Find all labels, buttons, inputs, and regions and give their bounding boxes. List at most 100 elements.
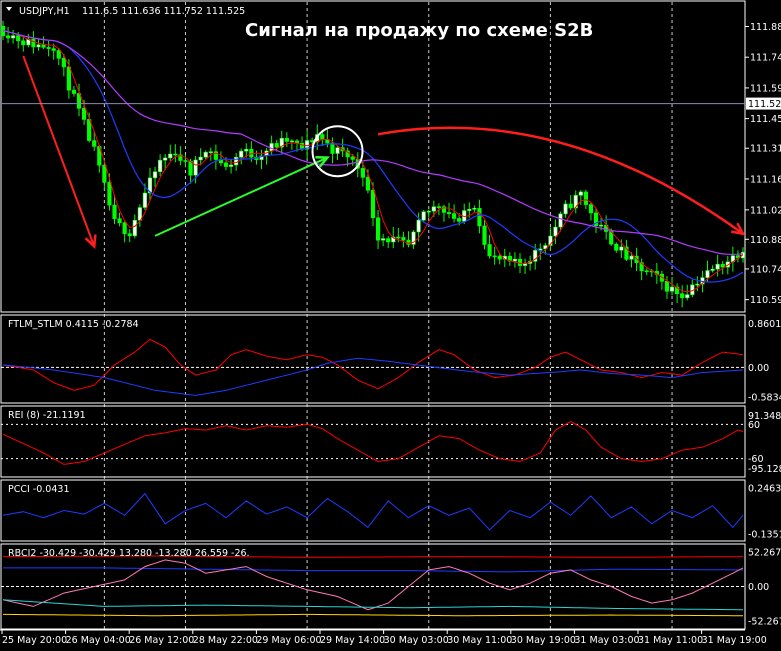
- candle-body-116: [588, 204, 594, 214]
- candle-body-79: [401, 237, 406, 241]
- time-label-9: 31 May 03:00: [574, 635, 639, 646]
- candle-body-25: [127, 233, 132, 237]
- current-price-label: 111.525: [748, 99, 781, 110]
- candle-body-90: [457, 218, 462, 222]
- candle-body-33: [168, 153, 173, 159]
- candle-body-112: [568, 203, 573, 209]
- indicator-0-tick-0: 0.8601: [748, 319, 781, 330]
- candle-body-38: [193, 159, 198, 176]
- candle-body-45: [228, 164, 234, 167]
- indicator-readout-3: RBCI2 -30.429 -30.429 13.280 -13.280 26.…: [8, 548, 250, 559]
- candle-body-86: [436, 206, 441, 208]
- candle-body-76: [386, 238, 391, 243]
- price-tick-1: 111.744: [750, 53, 781, 64]
- candle-body-30: [152, 171, 158, 179]
- candle-body-137: [695, 283, 700, 286]
- candle-body-40: [203, 151, 208, 158]
- candle-body-101: [512, 258, 518, 262]
- indicator-1-tick-3: -95.128: [748, 464, 781, 475]
- candle-body-13: [66, 66, 71, 91]
- price-tick-0: 111.889: [750, 22, 781, 33]
- candle-body-57: [289, 140, 295, 143]
- candle-body-109: [553, 226, 558, 237]
- candle-body-98: [497, 255, 502, 260]
- candle-body-37: [188, 161, 193, 176]
- candle-body-92: [467, 209, 472, 211]
- price-tick-3: 111.454: [750, 114, 781, 125]
- candle-body-114: [578, 191, 583, 196]
- time-label-2: 26 May 12:00: [129, 635, 194, 646]
- candle-body-124: [629, 255, 634, 260]
- candle-body-82: [416, 219, 421, 233]
- candle-body-11: [56, 50, 61, 59]
- candle-body-2: [11, 35, 16, 39]
- candle-body-6: [31, 38, 36, 48]
- candle-body-9: [46, 47, 51, 49]
- candle-body-69: [350, 156, 355, 160]
- candle-body-18: [92, 140, 97, 147]
- candle-body-74: [375, 217, 381, 241]
- indicator-2-tick-0: 0.2463: [748, 484, 781, 495]
- trading-chart[interactable]: USDJPY,H1 111.6.5 111.636 111.752 111.52…: [0, 0, 781, 651]
- candle-body-140: [710, 268, 715, 271]
- price-tick-4: 111.314: [750, 144, 781, 155]
- indicator-0-tick-1: 0.00: [748, 363, 769, 374]
- candle-body-31: [158, 159, 163, 172]
- indicator-3-tick-0: 52.267: [748, 547, 781, 558]
- candle-body-32: [163, 157, 168, 161]
- candle-body-118: [598, 224, 604, 227]
- candle-body-26: [132, 219, 137, 237]
- candle-body-20: [102, 164, 107, 183]
- candle-body-24: [122, 222, 127, 234]
- candle-body-75: [381, 238, 386, 241]
- candle-body-44: [223, 162, 229, 167]
- indicator-0-tick-2: -0.5834: [748, 393, 781, 404]
- candle-body-65: [330, 142, 335, 154]
- time-label-3: 28 May 22:00: [193, 635, 258, 646]
- candle-body-95: [482, 225, 487, 245]
- candle-body-127: [644, 270, 649, 273]
- candle-body-34: [173, 153, 178, 156]
- candle-body-36: [183, 160, 188, 162]
- candle-body-135: [685, 294, 690, 299]
- candle-body-102: [517, 258, 523, 266]
- price-tick-5: 111.169: [750, 174, 781, 185]
- candle-body-71: [360, 168, 365, 178]
- candle-body-7: [36, 44, 41, 48]
- candle-body-142: [720, 263, 725, 268]
- candle-body-131: [664, 280, 670, 292]
- candle-body-132: [669, 286, 675, 292]
- indicator-readout-0: FTLM_STLM 0.4115 -0.2784: [8, 319, 139, 330]
- candle-body-53: [269, 143, 274, 152]
- candle-body-96: [487, 244, 492, 257]
- candle-body-48: [244, 148, 249, 152]
- candle-body-139: [705, 270, 710, 278]
- time-label-4: 29 May 06:00: [256, 635, 321, 646]
- candle-body-23: [117, 218, 122, 224]
- candle-body-16: [81, 108, 87, 120]
- indicator-1-tick-1: 60: [748, 420, 760, 431]
- indicator-3-tick-1: 0.00: [748, 582, 769, 593]
- indicator-readout-2: PCCI -0.0431: [8, 484, 70, 495]
- candle-body-56: [284, 138, 289, 142]
- candle-body-93: [472, 208, 477, 210]
- price-tick-7: 110.884: [750, 235, 781, 246]
- candle-body-28: [142, 192, 148, 208]
- time-label-10: 31 May 11:00: [638, 635, 703, 646]
- candle-body-134: [680, 293, 685, 299]
- candle-body-110: [558, 213, 563, 228]
- time-label-0: 25 May 20:00: [2, 635, 67, 646]
- time-label-7: 30 May 11:00: [447, 635, 512, 646]
- time-label-8: 30 May 19:00: [511, 635, 576, 646]
- candle-body-3: [16, 35, 21, 42]
- candle-body-88: [446, 212, 452, 214]
- candle-body-46: [234, 156, 239, 166]
- price-tick-6: 111.023: [750, 205, 781, 216]
- candle-body-85: [431, 206, 436, 212]
- price-tick-9: 110.599: [750, 295, 781, 306]
- candle-body-41: [208, 151, 213, 153]
- chart-title: Сигнал на продажу по схеме S2B: [245, 20, 593, 41]
- candle-body-111: [563, 203, 568, 215]
- candle-body-21: [107, 182, 112, 206]
- time-label-11: 31 May 19:00: [702, 635, 767, 646]
